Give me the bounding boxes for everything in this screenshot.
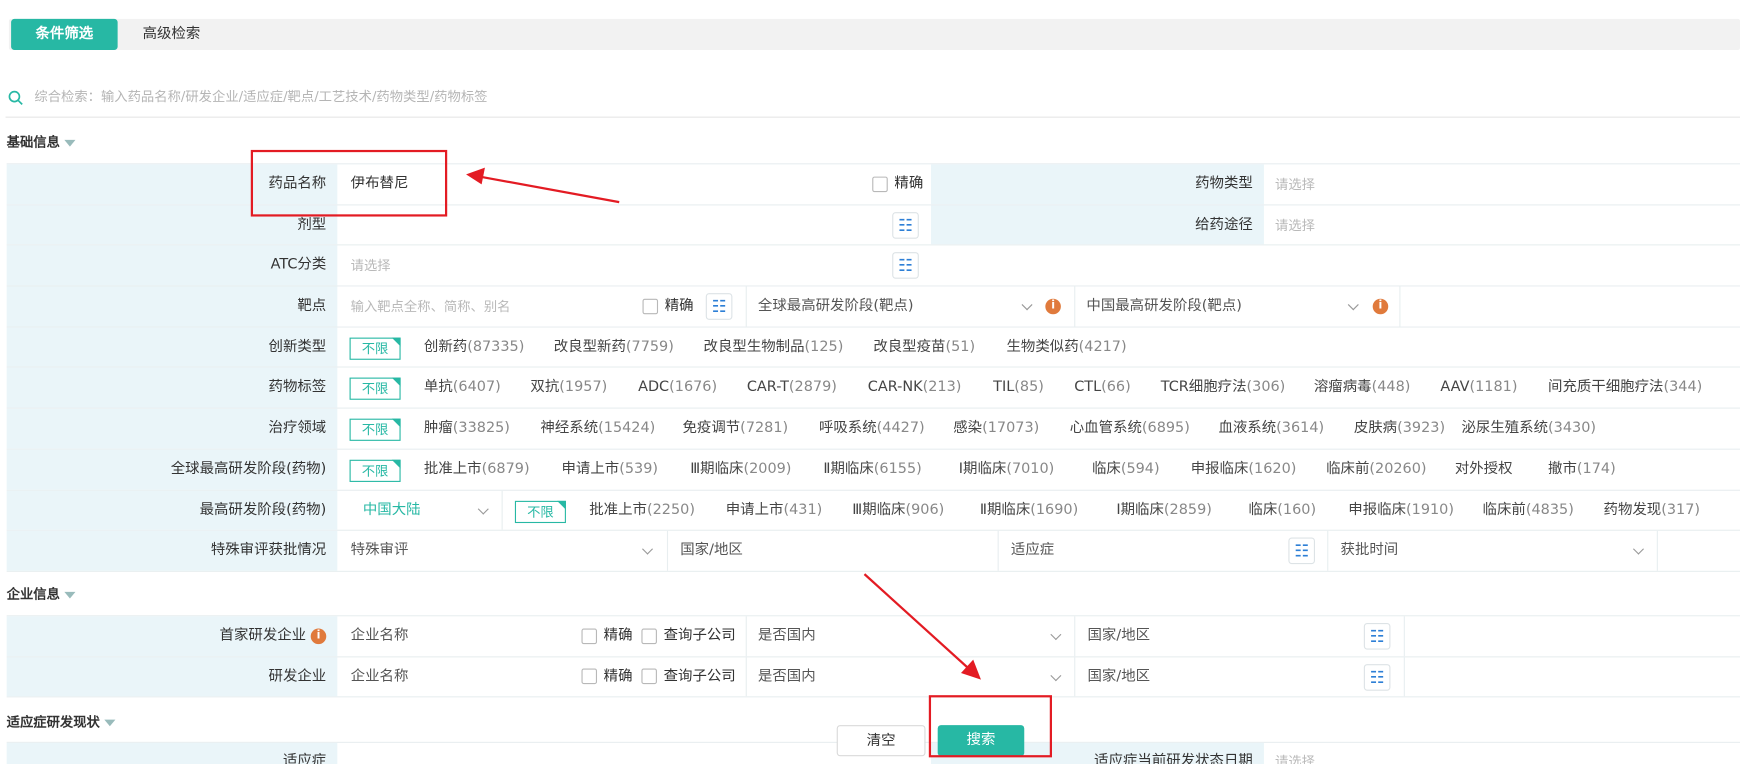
- annotation-arrows: [466, 167, 981, 680]
